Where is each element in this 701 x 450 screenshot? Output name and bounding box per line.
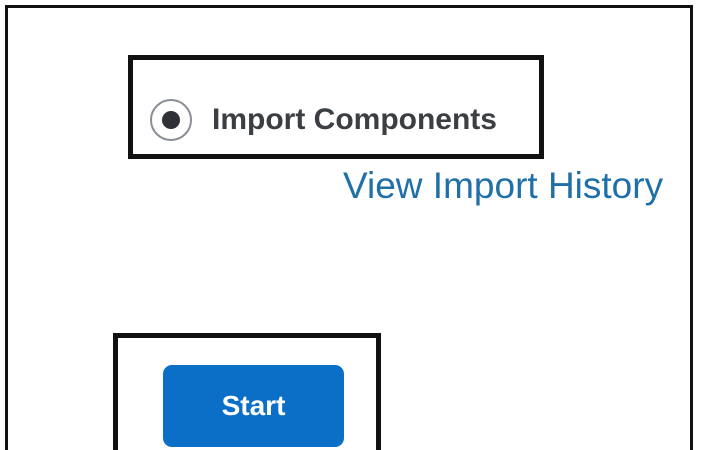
- start-button[interactable]: Start: [163, 365, 344, 447]
- radio-dot: [162, 110, 180, 129]
- import-components-label: Import Components: [212, 102, 497, 136]
- view-import-history-link[interactable]: View Import History: [343, 165, 663, 207]
- import-components-radio[interactable]: Import Components: [150, 97, 497, 142]
- radio-selected-icon[interactable]: [150, 98, 192, 141]
